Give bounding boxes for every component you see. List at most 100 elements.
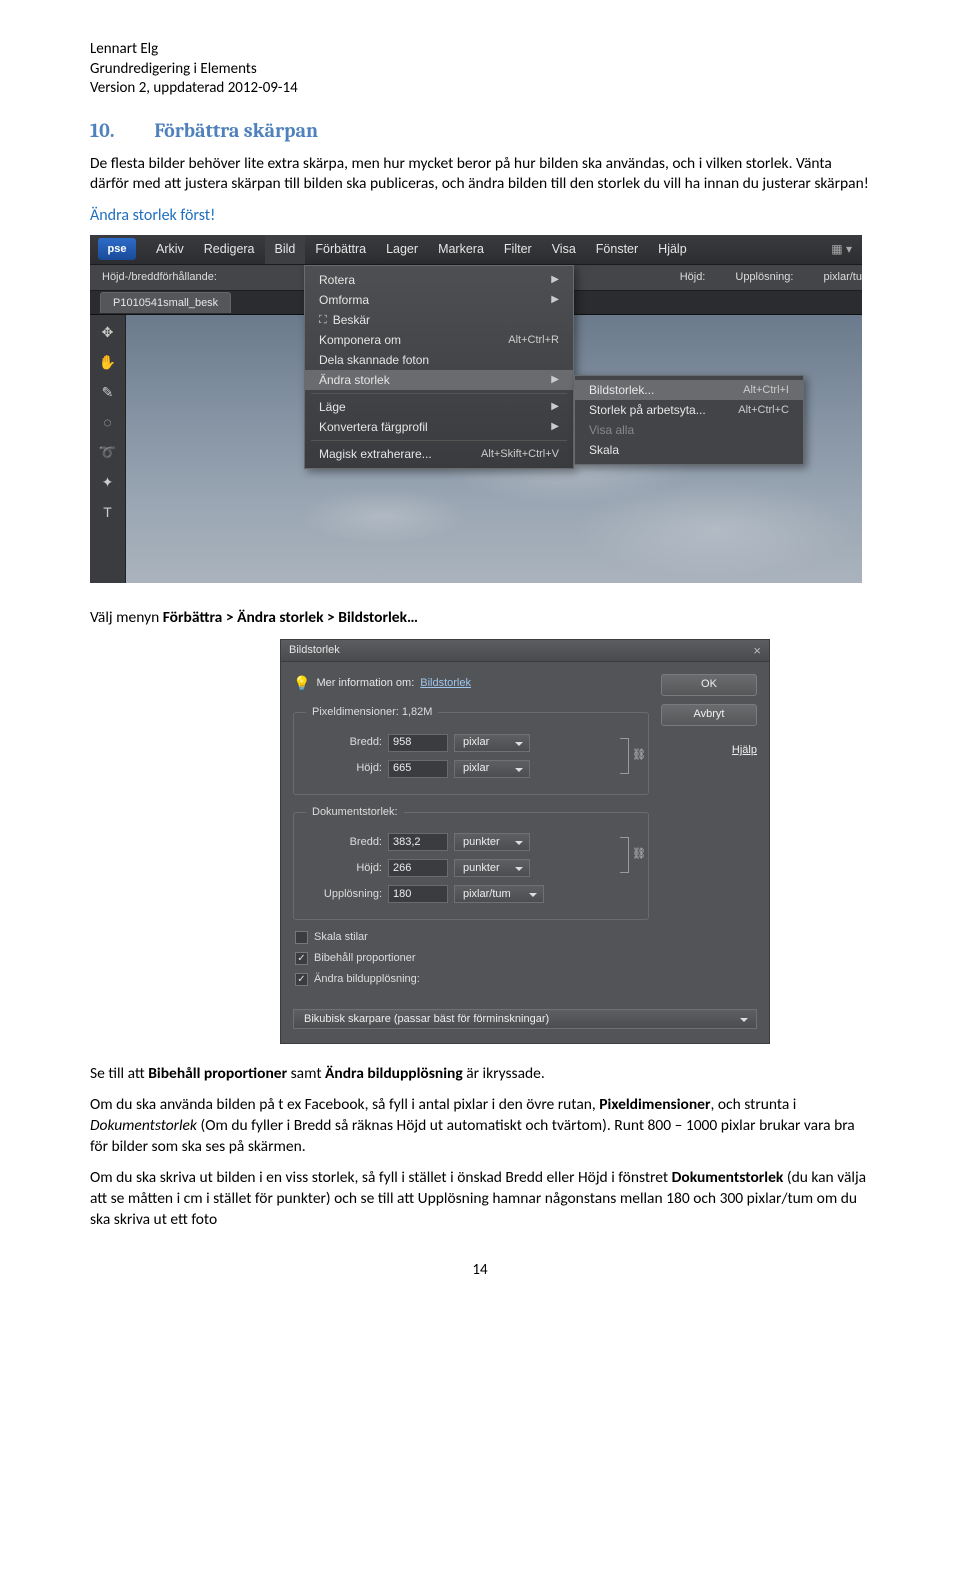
checkbox-icon: ✓	[295, 952, 308, 965]
pixel-dimensions-fieldset: Pixeldimensioner: 1,82M Bredd: 958 pixla…	[293, 705, 649, 795]
info-link[interactable]: Bildstorlek	[420, 676, 471, 691]
mi-komponera-om[interactable]: Komponera omAlt+Ctrl+R	[305, 330, 573, 350]
mi-omforma[interactable]: Omforma▶	[305, 290, 573, 310]
section-heading: 10. Förbättra skärpan	[90, 117, 870, 144]
smi-visa-alla: Visa alla	[575, 420, 803, 440]
menu-filter[interactable]: Filter	[494, 235, 542, 265]
px-width-field[interactable]: 958	[388, 734, 448, 752]
menu-redigera[interactable]: Redigera	[194, 235, 265, 265]
px-width-label: Bredd:	[306, 735, 382, 750]
menu-fonster[interactable]: Fönster	[586, 235, 648, 265]
smi-bildstorlek[interactable]: Bildstorlek...Alt+Ctrl+I	[575, 380, 803, 400]
ok-button[interactable]: OK	[661, 674, 757, 696]
mi-andra-storlek[interactable]: Ändra storlek▶	[305, 370, 573, 390]
mid-text-pre: Välj menyn	[90, 608, 163, 627]
paragraph-3: Om du ska använda bilden på t ex Faceboo…	[90, 1095, 870, 1158]
px-width-unit-select[interactable]: pixlar	[454, 734, 530, 752]
resample-method-select[interactable]: Bikubisk skarpare (passar bäst för förmi…	[293, 1009, 757, 1029]
menu-separator	[311, 393, 567, 394]
px-height-label: Höjd:	[306, 761, 382, 776]
type-tool-icon[interactable]: T	[98, 503, 118, 523]
doc-version: Version 2, uppdaterad 2012-09-14	[90, 79, 870, 99]
check-constrain-proportions[interactable]: ✓ Bibehåll proportioner	[295, 951, 649, 966]
screenshot-dialog: Bildstorlek × 💡 Mer information om: Bild…	[280, 639, 770, 1044]
menu-lager[interactable]: Lager	[376, 235, 428, 265]
page-number: 14	[90, 1260, 870, 1280]
eyedropper-tool-icon[interactable]: ✎	[98, 383, 118, 403]
workspace-icon[interactable]: ▦ ▾	[831, 241, 862, 257]
doc-author: Lennart Elg	[90, 40, 870, 60]
lightbulb-icon: 💡	[293, 674, 310, 693]
marquee-tool-icon[interactable]: ◌	[98, 413, 118, 433]
close-icon[interactable]: ×	[753, 642, 761, 660]
menu-bild[interactable]: Bild	[265, 235, 306, 265]
app-logo: pse	[98, 238, 136, 260]
lasso-tool-icon[interactable]: ➰	[98, 443, 118, 463]
bild-dropdown: Rotera▶ Omforma▶ ⛶Beskär Komponera omAlt…	[304, 265, 574, 469]
mid-text: Välj menyn Förbättra > Ändra storlek > B…	[90, 608, 870, 629]
smi-skala[interactable]: Skala	[575, 440, 803, 460]
wand-tool-icon[interactable]: ✦	[98, 473, 118, 493]
blue-note: Ändra storlek först!	[90, 205, 870, 227]
menu-separator	[311, 440, 567, 441]
dialog-title: Bildstorlek	[289, 643, 340, 658]
link-brace-icon	[614, 730, 636, 782]
px-height-unit-select[interactable]: pixlar	[454, 760, 530, 778]
doc-width-label: Bredd:	[306, 835, 382, 850]
mi-rotera[interactable]: Rotera▶	[305, 270, 573, 290]
doc-width-field[interactable]: 383,2	[388, 833, 448, 851]
doc-width-unit-select[interactable]: punkter	[454, 833, 530, 851]
smi-arbetsyta[interactable]: Storlek på arbetsyta...Alt+Ctrl+C	[575, 400, 803, 420]
menu-hjalp[interactable]: Hjälp	[648, 235, 697, 265]
andra-storlek-submenu: Bildstorlek...Alt+Ctrl+I Storlek på arbe…	[574, 375, 804, 465]
paragraph-1: De flesta bilder behöver lite extra skär…	[90, 154, 870, 196]
mi-beskar[interactable]: ⛶Beskär	[305, 310, 573, 330]
paragraph-4: Om du ska skriva ut bilden i en viss sto…	[90, 1168, 870, 1231]
opt-resolution-label: Upplösning:	[735, 270, 793, 285]
section-number: 10.	[90, 117, 150, 144]
pixel-dimensions-legend: Pixeldimensioner: 1,82M	[306, 705, 438, 720]
checkbox-icon: ✓	[295, 973, 308, 986]
mi-dela-skannade[interactable]: Dela skannade foton	[305, 350, 573, 370]
section-title-text: Förbättra skärpan	[154, 119, 318, 142]
paragraph-2: Se till att Bibehåll proportioner samt Ä…	[90, 1064, 870, 1085]
screenshot-menu: pse Arkiv Redigera Bild Förbättra Lager …	[90, 235, 862, 583]
menubar: pse Arkiv Redigera Bild Förbättra Lager …	[90, 235, 862, 265]
opt-ratio-label: Höjd-/breddförhållande:	[102, 270, 217, 285]
doc-height-label: Höjd:	[306, 861, 382, 876]
link-brace-icon	[614, 829, 636, 881]
doc-title: Grundredigering i Elements	[90, 60, 870, 80]
doc-res-field[interactable]: 180	[388, 885, 448, 903]
help-link[interactable]: Hjälp	[661, 740, 757, 762]
menu-arkiv[interactable]: Arkiv	[146, 235, 194, 265]
doc-height-unit-select[interactable]: punkter	[454, 859, 530, 877]
opt-unit-label: pixlar/tu	[823, 270, 862, 285]
mi-konvertera-fargprofil[interactable]: Konvertera färgprofil▶	[305, 417, 573, 437]
mi-magisk-extraherare[interactable]: Magisk extraherare...Alt+Skift+Ctrl+V	[305, 444, 573, 464]
check-scale-styles[interactable]: Skala stilar	[295, 930, 649, 945]
document-size-legend: Dokumentstorlek:	[306, 805, 404, 820]
mi-lage[interactable]: Läge▶	[305, 397, 573, 417]
dialog-info-row: 💡 Mer information om: Bildstorlek	[293, 674, 649, 693]
opt-height-label: Höjd:	[680, 270, 706, 285]
px-height-field[interactable]: 665	[388, 760, 448, 778]
menu-markera[interactable]: Markera	[428, 235, 494, 265]
document-tab-label: P1010541small_besk	[113, 297, 218, 309]
check-resample[interactable]: ✓ Ändra bildupplösning:	[295, 972, 649, 987]
menu-forbattra[interactable]: Förbättra	[305, 235, 376, 265]
document-size-fieldset: Dokumentstorlek: Bredd: 383,2 punkter Hö…	[293, 805, 649, 921]
doc-res-unit-select[interactable]: pixlar/tum	[454, 885, 544, 903]
menu-visa[interactable]: Visa	[542, 235, 586, 265]
tool-strip: ✥ ✋ ✎ ◌ ➰ ✦ T	[90, 315, 126, 583]
doc-header: Lennart Elg Grundredigering i Elements V…	[90, 40, 870, 99]
dialog-titlebar: Bildstorlek ×	[281, 640, 769, 662]
doc-height-field[interactable]: 266	[388, 859, 448, 877]
document-tab[interactable]: P1010541small_besk	[100, 292, 231, 314]
checkbox-icon	[295, 931, 308, 944]
cancel-button[interactable]: Avbryt	[661, 704, 757, 726]
info-label: Mer information om:	[316, 676, 414, 691]
move-tool-icon[interactable]: ✥	[98, 323, 118, 343]
doc-res-label: Upplösning:	[306, 887, 382, 902]
crop-icon: ⛶	[319, 313, 327, 328]
hand-tool-icon[interactable]: ✋	[98, 353, 118, 373]
